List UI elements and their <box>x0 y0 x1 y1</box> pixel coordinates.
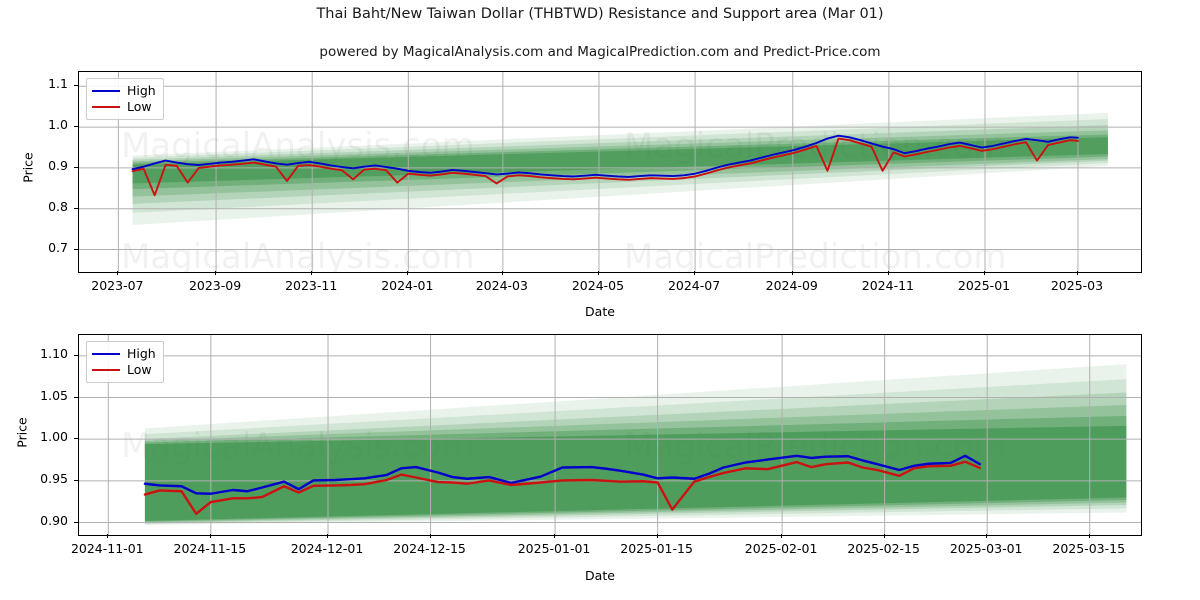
y-tick-mark <box>74 438 78 440</box>
x-tick-label: 2024-12-01 <box>290 541 364 556</box>
legend-label-low: Low <box>127 99 152 114</box>
detail-chart-panel: MagicalAnalysis.comMagicalPrediction.com… <box>0 330 1200 600</box>
x-tick-mark <box>554 534 556 538</box>
x-tick-label: 2025-01-15 <box>620 541 693 556</box>
legend-item-low[interactable]: Low <box>92 99 156 115</box>
x-tick-mark <box>407 271 409 275</box>
overview-legend[interactable]: High Low <box>86 78 164 120</box>
y-tick-label: 1.05 <box>40 387 68 403</box>
y-tick-label: 0.7 <box>48 239 68 255</box>
x-tick-label: 2024-01 <box>381 278 434 293</box>
x-tick-mark <box>984 271 985 275</box>
x-tick-label: 2023-11 <box>285 278 338 293</box>
x-tick-mark <box>501 271 503 275</box>
page-title: Thai Baht/New Taiwan Dollar (THBTWD) Res… <box>316 6 884 22</box>
detail-plot-area: MagicalAnalysis.comMagicalPrediction.com <box>78 334 1142 536</box>
y-tick-mark <box>74 354 78 356</box>
x-tick-mark <box>107 534 109 538</box>
x-tick-mark <box>311 271 313 275</box>
legend-label-low: Low <box>127 362 152 377</box>
x-tick-mark <box>694 271 696 275</box>
x-tick-mark <box>887 271 889 275</box>
x-tick-label: 2024-11-15 <box>173 541 247 556</box>
watermark-text: MagicalPrediction.com <box>624 237 1007 272</box>
x-tick-mark <box>597 271 599 275</box>
detail-legend[interactable]: High Low <box>86 341 164 383</box>
legend-swatch-low <box>92 106 120 108</box>
legend-item-high[interactable]: High <box>92 346 156 362</box>
y-tick-mark <box>74 126 78 128</box>
x-tick-mark <box>429 534 431 538</box>
x-tick-label: 2024-09 <box>765 278 818 293</box>
legend-item-high[interactable]: High <box>92 83 156 99</box>
x-tick-label: 2025-03-15 <box>1052 541 1126 556</box>
y-tick-label: 0.90 <box>40 512 68 528</box>
detail-plot-svg: MagicalAnalysis.comMagicalPrediction.com <box>79 335 1141 535</box>
x-tick-label: 2025-03-01 <box>949 541 1023 556</box>
x-tick-mark <box>883 534 885 538</box>
y-tick-label: 0.9 <box>48 157 68 173</box>
x-tick-mark <box>791 271 793 275</box>
x-tick-label: 2025-02-01 <box>744 541 818 556</box>
watermark-text: MagicalAnalysis.com <box>121 237 475 272</box>
legend-item-low[interactable]: Low <box>92 362 156 378</box>
y-tick-mark <box>74 479 78 481</box>
x-tick-label: 2024-05 <box>571 278 625 293</box>
legend-swatch-high <box>92 353 120 355</box>
x-tick-label: 2025-03 <box>1050 278 1104 293</box>
x-tick-label: 2024-07 <box>667 278 721 293</box>
y-tick-mark <box>74 207 78 209</box>
x-tick-mark <box>656 534 658 538</box>
x-tick-mark <box>781 534 783 538</box>
x-tick-label: 2024-11 <box>861 278 914 293</box>
chart-page: Thai Baht/New Taiwan Dollar (THBTWD) Res… <box>0 0 1200 600</box>
y-tick-mark <box>74 166 78 168</box>
legend-label-high: High <box>127 83 156 98</box>
x-tick-mark <box>117 271 119 275</box>
x-tick-label: 2024-11-01 <box>70 541 144 556</box>
overview-plot-area: MagicalAnalysis.com MagicalPrediction.com… <box>78 71 1142 273</box>
y-tick-mark <box>74 248 78 250</box>
x-tick-mark <box>986 534 988 538</box>
x-tick-mark <box>215 271 217 275</box>
legend-swatch-low <box>92 369 120 371</box>
support-resistance-bands <box>144 364 1127 525</box>
x-tick-label: 2023-07 <box>91 278 144 293</box>
y-tick-mark <box>74 396 78 398</box>
x-tick-label: 2024-12-15 <box>393 541 466 556</box>
x-tick-mark <box>1076 271 1078 275</box>
legend-label-high: High <box>127 346 156 361</box>
y-tick-label: 1.00 <box>40 429 68 445</box>
overview-chart-panel: MagicalAnalysis.com MagicalPrediction.com… <box>0 60 1200 320</box>
x-tick-label: 2025-02-15 <box>847 541 920 556</box>
y-tick-label: 1.1 <box>48 76 68 92</box>
x-tick-label: 2023-09 <box>188 278 242 293</box>
y-tick-label: 0.8 <box>48 198 68 214</box>
y-tick-mark <box>74 85 78 87</box>
y-tick-label: 1.0 <box>48 117 68 133</box>
legend-swatch-high <box>92 90 120 92</box>
y-tick-mark <box>74 521 78 523</box>
x-tick-mark <box>1088 534 1090 538</box>
y-tick-label: 1.10 <box>40 345 68 361</box>
x-tick-label: 2024-03 <box>475 278 528 293</box>
overview-plot-svg: MagicalAnalysis.com MagicalPrediction.com… <box>79 72 1141 272</box>
overview-x-axis-label: Date <box>585 304 615 319</box>
page-subtitle: powered by MagicalAnalysis.com and Magic… <box>319 44 881 60</box>
y-tick-label: 0.95 <box>40 470 68 486</box>
detail-x-axis-label: Date <box>585 568 615 583</box>
x-tick-label: 2025-01-01 <box>517 541 591 556</box>
x-tick-mark <box>209 534 211 538</box>
x-tick-mark <box>327 534 329 538</box>
